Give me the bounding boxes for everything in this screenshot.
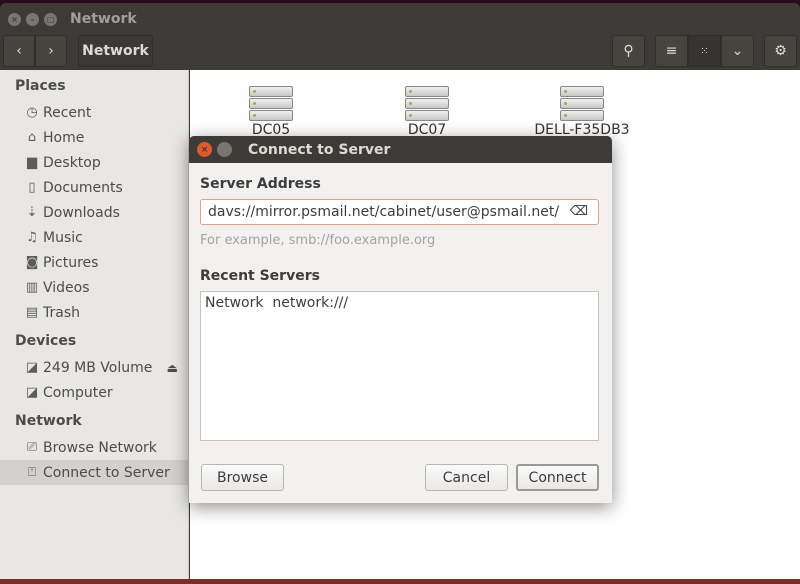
sidebar-item-computer[interactable]: ◪ Computer (0, 380, 188, 405)
dialog-title: Connect to Server (248, 141, 391, 158)
recent-server-uri: network:/// (272, 295, 349, 311)
clock-icon: ◷ (26, 105, 38, 120)
sidebar-item-connect-to-server[interactable]: ⍞ Connect to Server (0, 460, 188, 485)
sidebar-item-home[interactable]: ⌂ Home (0, 125, 188, 150)
film-icon: ▥ (25, 280, 39, 295)
view-options-button[interactable]: ⌄ (721, 35, 754, 67)
sidebar-item-label: Browse Network (43, 439, 157, 456)
home-icon: ⌂ (27, 130, 37, 145)
server-icon (216, 86, 326, 121)
list-icon: ≡ (665, 43, 678, 59)
sidebar-item-label: Computer (43, 384, 113, 401)
search-icon: ⚲ (623, 43, 634, 59)
sidebar-item-label: Documents (43, 179, 123, 196)
server-address-input[interactable]: davs://mirror.psmail.net/cabinet/user@ps… (200, 199, 599, 225)
connect-to-server-dialog: × Connect to Server Server Address davs:… (189, 136, 612, 503)
sidebar-item-label: Music (43, 229, 83, 246)
sidebar-item-recent[interactable]: ◷ Recent (0, 100, 188, 125)
address-hint: For example, smb://foo.example.org (200, 233, 436, 248)
desktop-edge (0, 579, 800, 584)
dialog-title-bar: × Connect to Server (189, 136, 612, 163)
grid-view-button[interactable]: ⁙ (688, 35, 721, 67)
sidebar: Places ◷ Recent ⌂ Home ▆ Desktop ▯ Documents… (0, 70, 189, 579)
sidebar-item-volume[interactable]: ◪ 249 MB Volume ⏏ (0, 355, 188, 380)
trash-icon: ▤ (25, 305, 39, 320)
grid-icon: ⁙ (700, 45, 709, 57)
sidebar-item-label: Desktop (43, 154, 101, 171)
sidebar-item-label: Trash (43, 304, 80, 321)
title-bar: × – □ Network (0, 3, 800, 35)
chevron-left-icon: ‹ (16, 43, 22, 59)
location-button[interactable]: Network (78, 35, 153, 67)
network-header: Network (15, 413, 82, 429)
clear-icon[interactable]: ⌫ (570, 200, 588, 224)
sidebar-item-label: 249 MB Volume (43, 359, 153, 376)
chevron-down-icon: ⌄ (731, 43, 744, 59)
drive-icon: ◪ (25, 385, 39, 400)
window-title: Network (70, 11, 137, 27)
sidebar-item-browse-network[interactable]: ⎚ Browse Network (0, 435, 188, 460)
list-view-button[interactable]: ≡ (655, 35, 688, 67)
drive-icon: ◪ (25, 360, 39, 375)
music-icon: ♫ (26, 230, 38, 245)
sidebar-item-desktop[interactable]: ▆ Desktop (0, 150, 188, 175)
sidebar-item-documents[interactable]: ▯ Documents (0, 175, 188, 200)
sidebar-item-videos[interactable]: ▥ Videos (0, 275, 188, 300)
back-button[interactable]: ‹ (3, 35, 35, 67)
server-icon (372, 86, 482, 121)
recent-servers-list: Network network:/// (200, 291, 599, 441)
sidebar-item-label: Home (43, 129, 85, 146)
dialog-close-button[interactable]: × (197, 142, 212, 157)
server-address-label: Server Address (200, 176, 321, 192)
document-icon: ▯ (28, 180, 36, 195)
recent-servers-label: Recent Servers (200, 268, 320, 284)
sidebar-item-label: Recent (43, 104, 92, 121)
close-button[interactable]: × (8, 12, 21, 26)
download-icon: ⇣ (26, 205, 38, 220)
server-address-value: davs://mirror.psmail.net/cabinet/user@ps… (208, 204, 560, 220)
connect-button[interactable]: Connect (516, 464, 599, 491)
forward-button[interactable]: › (35, 35, 67, 67)
folder-icon: ▆ (27, 155, 37, 170)
server-item[interactable]: DC05 (216, 85, 326, 138)
cancel-button[interactable]: Cancel (425, 464, 508, 491)
devices-header: Devices (15, 333, 77, 349)
list-item[interactable]: Network network:/// (201, 292, 598, 314)
minimize-button[interactable]: – (26, 12, 39, 26)
dialog-maximize-button[interactable] (217, 142, 232, 157)
toolbar: ‹ › Network ⚲ ≡ ⁙ ⌄ ⚙ (0, 35, 800, 70)
places-header: Places (15, 78, 66, 94)
server-icon (527, 86, 637, 121)
search-button[interactable]: ⚲ (612, 35, 645, 67)
server-item[interactable]: DELL-F35DB3 (527, 85, 637, 138)
sidebar-item-label: Connect to Server (43, 464, 170, 481)
network-icon: ⎚ (26, 440, 38, 455)
recent-server-name: Network (205, 295, 264, 311)
maximize-button[interactable]: □ (44, 12, 57, 26)
sidebar-item-downloads[interactable]: ⇣ Downloads (0, 200, 188, 225)
sidebar-item-label: Pictures (43, 254, 99, 271)
sidebar-item-label: Videos (43, 279, 90, 296)
browse-button[interactable]: Browse (201, 464, 284, 491)
camera-icon: ◙ (25, 255, 39, 270)
sidebar-item-trash[interactable]: ▤ Trash (0, 300, 188, 325)
gear-icon: ⚙ (774, 43, 787, 59)
chevron-right-icon: › (48, 43, 54, 59)
eject-icon[interactable]: ⏏ (167, 361, 178, 375)
sidebar-item-music[interactable]: ♫ Music (0, 225, 188, 250)
server-item[interactable]: DC07 (372, 85, 482, 138)
settings-button[interactable]: ⚙ (764, 35, 797, 67)
sidebar-item-label: Downloads (43, 204, 120, 221)
sidebar-item-pictures[interactable]: ◙ Pictures (0, 250, 188, 275)
server-icon: ⍞ (28, 465, 36, 480)
